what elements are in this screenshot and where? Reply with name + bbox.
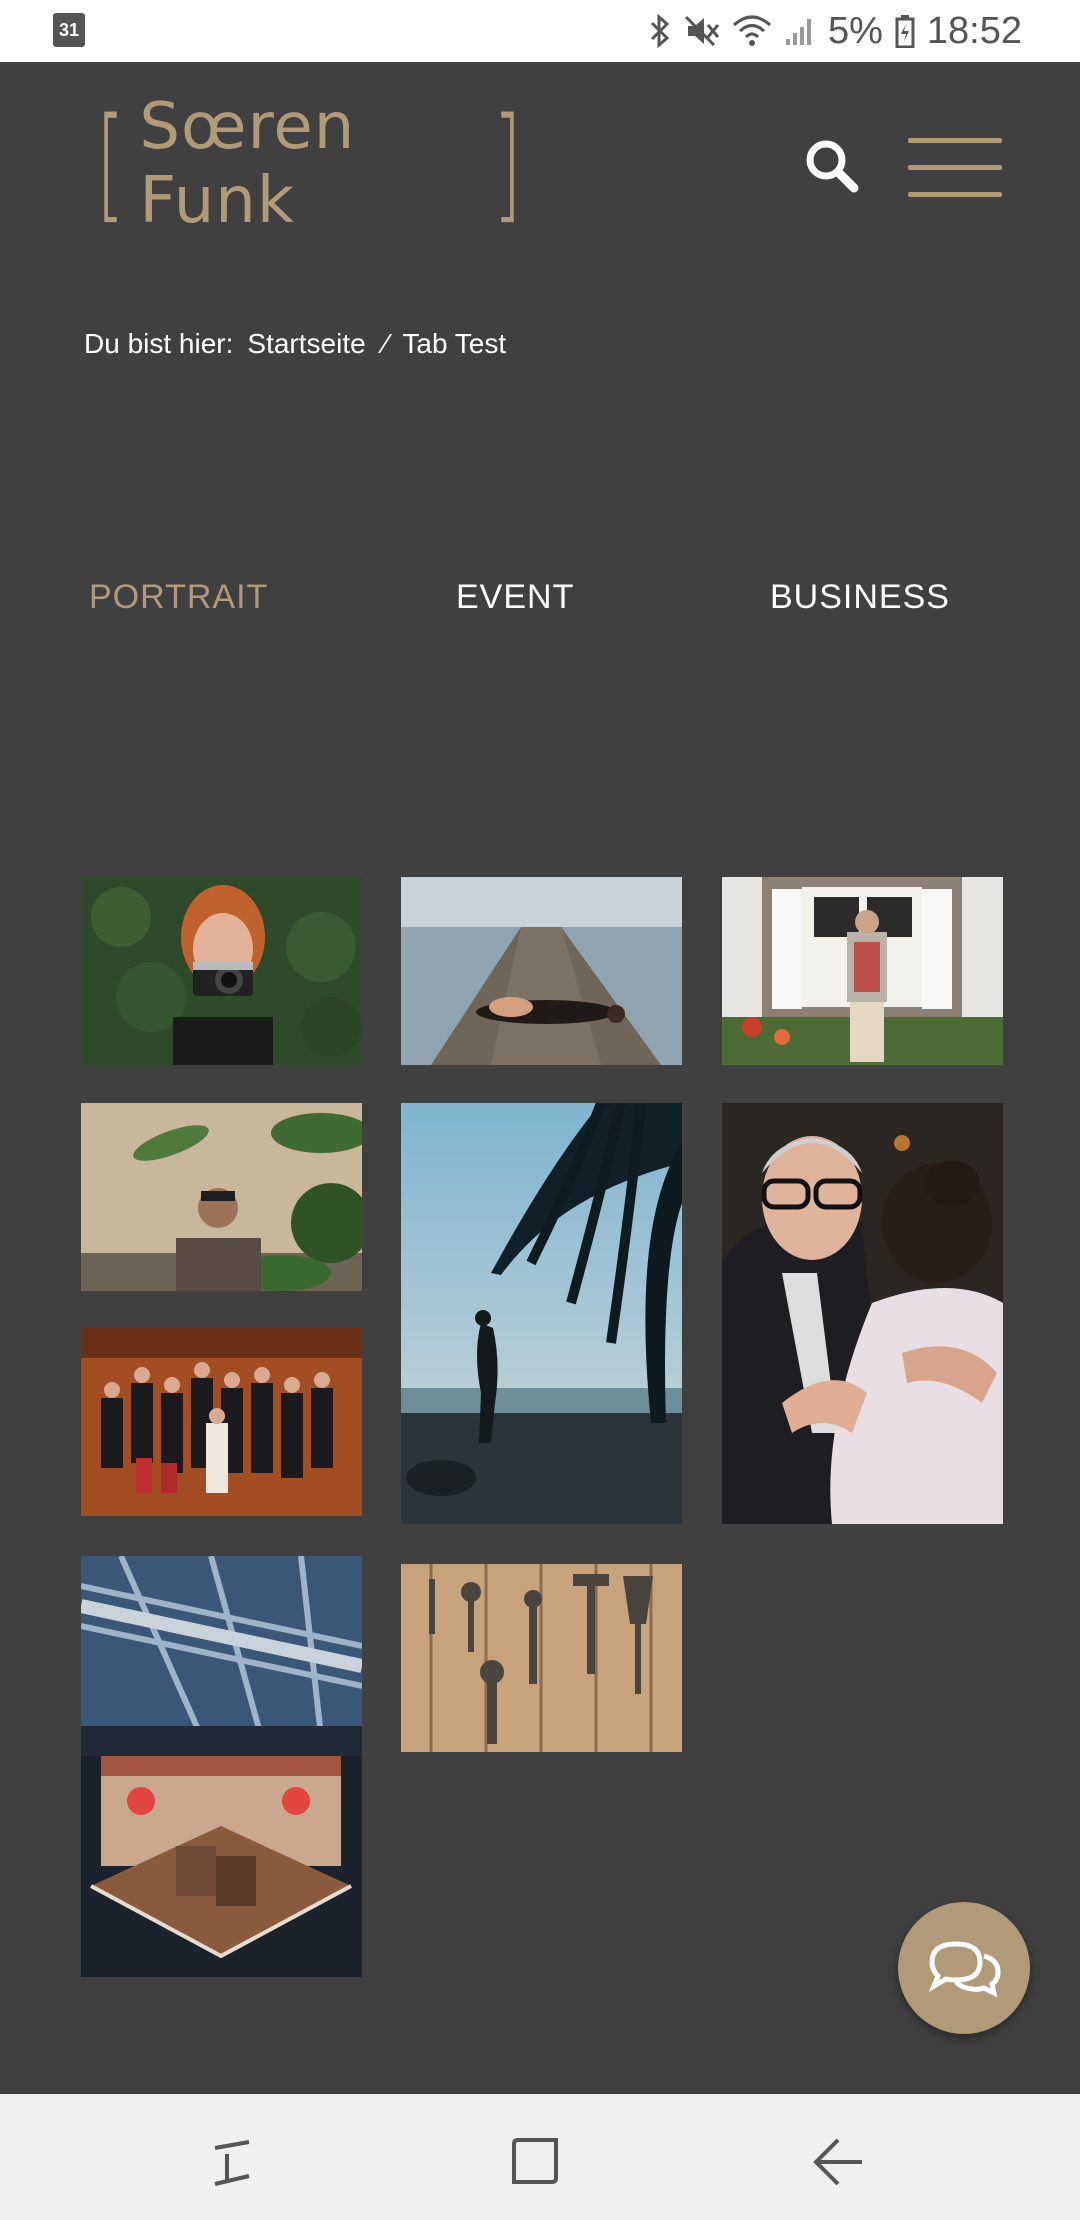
gallery-photo-silhouette-palm-beach[interactable] [401, 1103, 682, 1524]
gallery-photo-woman-on-pier[interactable] [401, 877, 682, 1065]
gallery-photo-woman-with-camera[interactable] [81, 877, 362, 1065]
chat-bubbles-icon [928, 1941, 1001, 1998]
android-navigation-bar [0, 2094, 1080, 2220]
back-icon[interactable] [808, 2132, 868, 2192]
gallery-photo-man-with-plant[interactable] [81, 1103, 362, 1291]
breadcrumb-home-link[interactable]: Startseite [247, 328, 365, 360]
tab-portrait[interactable]: PORTRAIT [89, 578, 268, 617]
breadcrumb-current: Tab Test [402, 328, 507, 359]
tab-business[interactable]: BUSINESS [770, 578, 950, 617]
calendar-icon: 31 [53, 13, 85, 47]
status-icons: 5% 18:52 [648, 8, 1022, 54]
gallery-photo-elderly-man-hug[interactable] [722, 1103, 1003, 1524]
breadcrumb: Du bist hier: Startseite ⁄ Tab Test [84, 328, 506, 360]
bluetooth-icon [650, 14, 670, 48]
hamburger-menu-icon[interactable] [908, 136, 1002, 200]
site-logo[interactable]: [Sœren Funk] [86, 90, 532, 238]
clock: 18:52 [926, 9, 1022, 52]
recent-apps-icon[interactable] [203, 2132, 263, 2192]
home-icon[interactable] [506, 2132, 566, 2192]
breadcrumb-separator: ⁄ [383, 328, 389, 359]
gallery-photo-man-at-window[interactable] [722, 877, 1003, 1065]
gallery-photo-group[interactable] [81, 1328, 362, 1516]
signal-icon [785, 19, 811, 45]
gallery-photo-tools-on-wood[interactable] [401, 1564, 682, 1752]
gallery-photo-hall-exhibition-booth[interactable] [81, 1556, 362, 1977]
search-icon[interactable] [804, 138, 860, 194]
tab-event[interactable]: EVENT [456, 578, 574, 617]
battery-percent: 5% [827, 9, 883, 52]
status-bar: 31 5% 18:52 [0, 0, 1080, 62]
logo-text: Sœren Funk [139, 90, 356, 238]
battery-icon [895, 15, 915, 48]
mute-icon [684, 15, 720, 47]
chat-button[interactable] [898, 1902, 1030, 2034]
breadcrumb-prefix: Du bist hier: [84, 328, 234, 359]
wifi-icon [732, 15, 771, 46]
